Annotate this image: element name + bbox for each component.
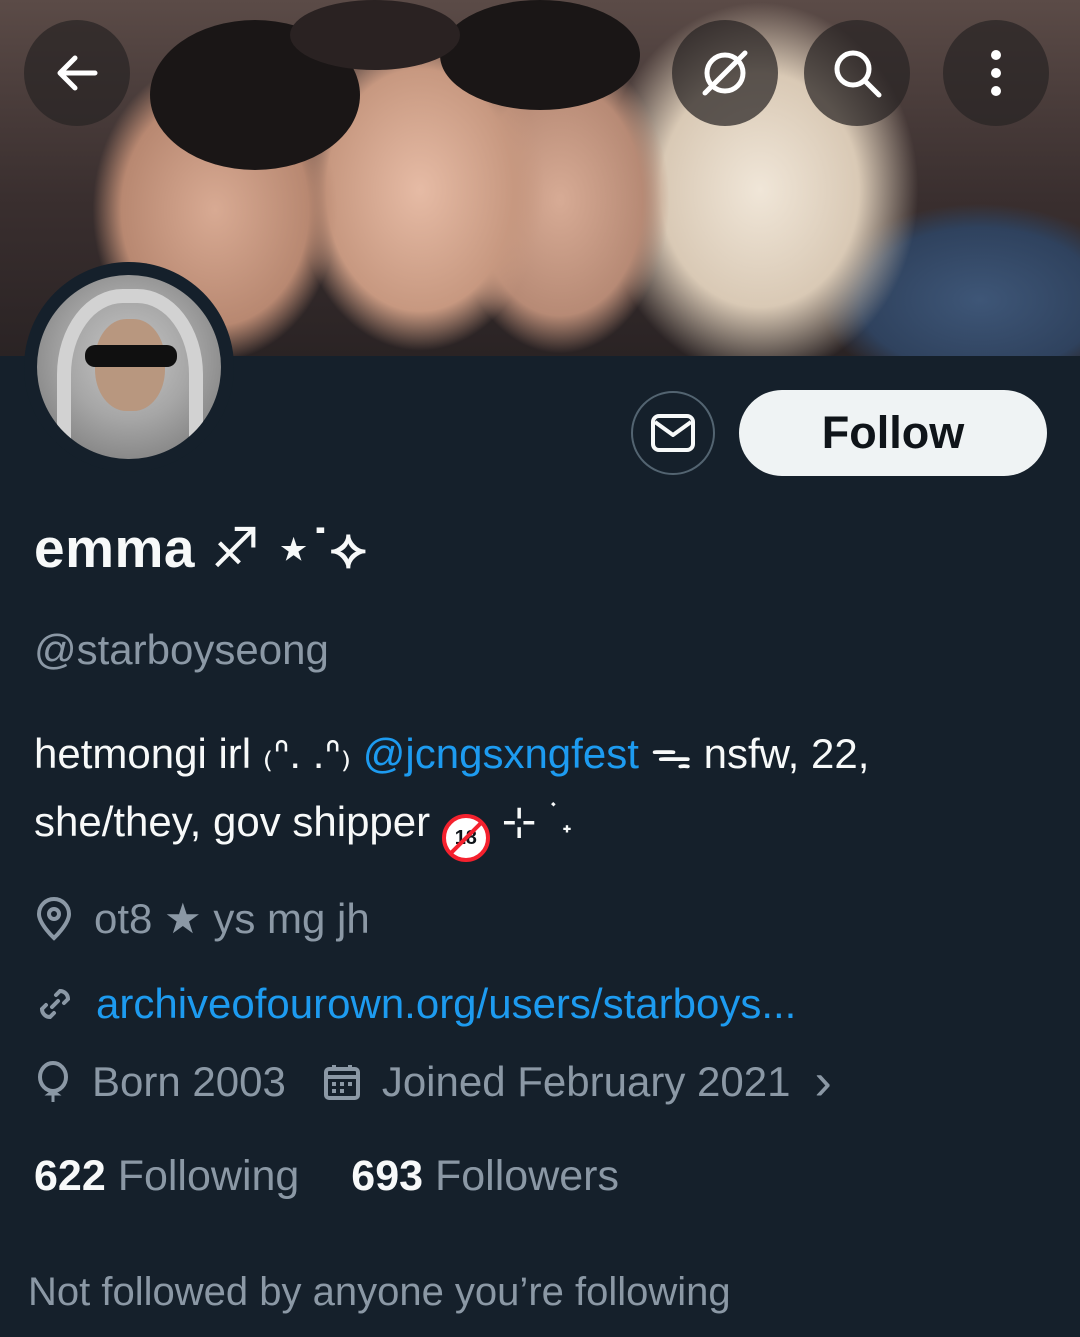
- followers-link[interactable]: 693 Followers: [351, 1152, 619, 1200]
- followers-label: Followers: [435, 1152, 619, 1200]
- following-link[interactable]: 622 Following: [34, 1152, 311, 1200]
- follow-button[interactable]: Follow: [739, 390, 1047, 476]
- location-row: ot8 ★ ys mg jh: [34, 894, 370, 943]
- mutual-followers-note: Not followed by anyone you’re following: [28, 1270, 731, 1314]
- grok-icon: [702, 50, 748, 96]
- more-button[interactable]: [943, 20, 1049, 126]
- location-pin-icon: [36, 896, 72, 941]
- banner-hair-shape: [290, 0, 460, 70]
- more-vertical-icon: [991, 50, 1001, 96]
- bio-text: ⊹ ࣪ ˖: [489, 798, 574, 845]
- location-text: ot8 ★ ys mg jh: [94, 895, 370, 942]
- joined-text: Joined February 2021: [381, 1058, 791, 1105]
- banner-hair-shape: [440, 0, 640, 110]
- avatar[interactable]: [24, 262, 234, 472]
- grok-button[interactable]: [672, 20, 778, 126]
- born-text: Born 2003: [92, 1058, 286, 1105]
- bio-mention-link[interactable]: @jcngsxngfest: [363, 730, 639, 777]
- link-icon: [39, 988, 71, 1020]
- display-name: emma ♐︎ ⋆˙⟡: [34, 517, 367, 579]
- avatar-image: [37, 275, 221, 459]
- bio: hetmongi irl ₍ᐢ. .ᐢ₎ @jcngsxngfest ᯓ nsf…: [34, 720, 1044, 862]
- chevron-right-icon: ›: [814, 1053, 832, 1111]
- website-row: archiveofourown.org/users/starboys...: [34, 980, 796, 1028]
- website-link[interactable]: archiveofourown.org/users/starboys...: [96, 980, 796, 1028]
- avatar-glasses-shape: [85, 345, 177, 367]
- birth-joined-row[interactable]: Born 2003 Joined February 2021 ›: [34, 1053, 832, 1111]
- arrow-left-icon: [57, 55, 98, 91]
- following-count: 622: [34, 1152, 106, 1200]
- bio-text: hetmongi irl ₍ᐢ. .ᐢ₎: [34, 730, 363, 777]
- balloon-icon: [38, 1061, 68, 1102]
- no-under-18-icon: 18: [441, 814, 490, 862]
- envelope-icon: [651, 414, 695, 452]
- followers-count: 693: [351, 1152, 424, 1200]
- back-button[interactable]: [24, 20, 130, 126]
- search-icon: [834, 50, 882, 98]
- message-button[interactable]: [631, 391, 715, 475]
- calendar-icon: [323, 1065, 360, 1100]
- follow-stats: 622 Following 693 Followers: [34, 1152, 619, 1201]
- search-button[interactable]: [804, 20, 910, 126]
- user-handle: @starboyseong: [34, 626, 329, 673]
- following-label: Following: [117, 1152, 300, 1200]
